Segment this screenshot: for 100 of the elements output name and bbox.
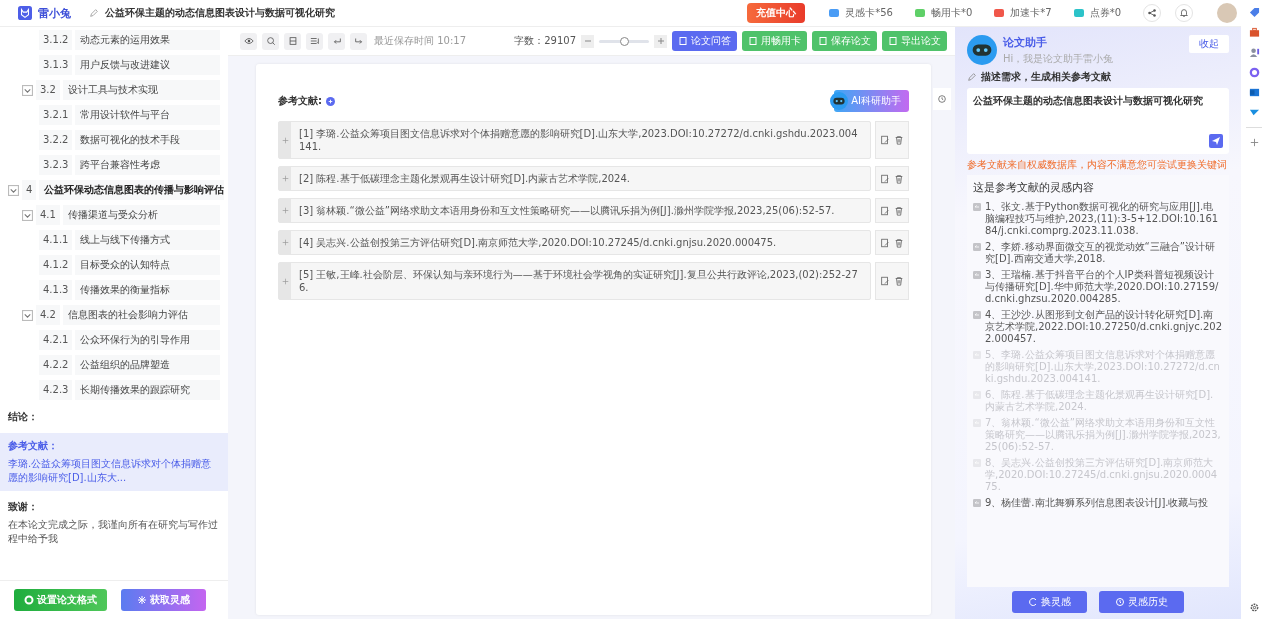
outline-item[interactable]: 设计工具与技术实现 [62, 80, 220, 100]
share-icon[interactable] [1147, 8, 1157, 18]
notification-button[interactable] [1175, 4, 1193, 22]
undo-button[interactable] [328, 32, 345, 50]
outline-item[interactable]: 传播渠道与受众分析 [62, 205, 220, 225]
outline-item[interactable]: 用户反馈与改进建议 [75, 55, 220, 75]
outline-item[interactable]: 数据可视化的技术手段 [75, 130, 220, 150]
section-panel[interactable]: 致谢： 在本论文完成之际，我谨向所有在研究与写作过程中给予我 [0, 494, 228, 552]
outline-item[interactable]: 公益组织的品牌塑造 [75, 355, 220, 375]
inspiration-history-button[interactable]: 灵感历史 [1099, 591, 1184, 613]
eye-icon[interactable] [243, 36, 254, 46]
edit-icon[interactable] [880, 205, 890, 216]
delete-icon[interactable] [894, 276, 904, 286]
history-icon[interactable] [937, 94, 947, 104]
prompt-input[interactable]: 公益环保主题的动态信息图表设计与数据可视化研究 [967, 88, 1229, 154]
move-icon[interactable] [281, 207, 289, 214]
collapse-button[interactable]: 收起 [1189, 35, 1229, 53]
reference-suggestion[interactable]: 3、王瑞楠.基于抖音平台的个人IP类科普短视频设计与传播研究[D].华中师范大学,2020.DOI:10.27159/d.cnki.ghzsu.2020.004285. [985, 269, 1223, 305]
card-count: 灵感卡*56 [845, 6, 893, 20]
add-icon[interactable] [1248, 137, 1260, 148]
pencil-icon [967, 72, 977, 82]
get-inspiration-button[interactable]: 获取灵感 [121, 589, 206, 611]
toolbox-icon[interactable] [1248, 27, 1260, 38]
settings-icon[interactable] [1248, 602, 1260, 613]
list-title: 这是参考文献的灵感内容 [973, 180, 1095, 195]
move-icon[interactable] [281, 136, 289, 144]
history-button[interactable] [933, 88, 951, 110]
outline-item[interactable]: 跨平台兼容性考虑 [75, 155, 220, 175]
drag-handle[interactable] [279, 231, 291, 254]
bell-icon[interactable] [1179, 8, 1189, 18]
layout-button[interactable] [284, 32, 301, 50]
ring-icon[interactable] [1248, 67, 1260, 78]
share-button[interactable] [1143, 4, 1161, 22]
delete-icon[interactable] [894, 237, 904, 248]
document-icon[interactable] [818, 36, 828, 46]
pencil-icon[interactable] [89, 8, 99, 18]
collapse-toggle-icon[interactable] [8, 184, 19, 196]
document-icon[interactable] [748, 36, 758, 46]
delete-icon[interactable] [894, 205, 904, 216]
send-icon[interactable] [1248, 107, 1260, 118]
tag-icon[interactable] [1248, 7, 1260, 18]
reference-link[interactable]: 李璐.公益众筹项目图文信息诉求对个体捐赠意愿的影响研究[D].山东大... [8, 457, 220, 485]
collapse-toggle-icon[interactable] [22, 209, 33, 221]
delete-icon[interactable] [894, 135, 904, 145]
mail-icon[interactable] [1248, 87, 1260, 98]
search-button[interactable] [262, 32, 279, 50]
refresh-icon[interactable] [1028, 597, 1038, 607]
outline-number: 4.1.3 [39, 280, 73, 300]
sparkle-icon[interactable] [137, 595, 147, 605]
sort-button[interactable] [306, 32, 323, 50]
toolbar-button[interactable]: 论文问答 [672, 31, 737, 51]
move-icon[interactable] [281, 277, 289, 285]
preview-button[interactable] [240, 32, 257, 50]
collapse-toggle-icon[interactable] [22, 84, 33, 96]
robot-avatar-icon [967, 35, 997, 65]
drag-handle[interactable] [279, 167, 291, 190]
edit-icon[interactable] [880, 276, 890, 286]
move-icon[interactable] [281, 239, 289, 246]
outline-item[interactable]: 线上与线下传播方式 [75, 230, 220, 250]
outline-item[interactable]: 目标受众的认知特点 [75, 255, 220, 275]
drag-handle[interactable] [279, 122, 291, 158]
reference-suggestion[interactable]: 4、王沙沙.从图形到文创产品的设计转化研究[D].南京艺术学院,2022.DOI:10.27250/d.cnki.gnjyc.2022.000457. [985, 309, 1223, 345]
outline-number: 4 [22, 180, 37, 200]
redo-icon[interactable] [353, 36, 364, 46]
document-icon[interactable] [678, 36, 688, 46]
undo-icon[interactable] [331, 36, 342, 46]
outline-item[interactable]: 动态元素的运用效果 [75, 30, 220, 50]
layout-icon[interactable] [287, 36, 298, 46]
outline-item[interactable]: 信息图表的社会影响力评估 [62, 305, 220, 325]
delete-icon[interactable] [894, 173, 904, 184]
drag-handle[interactable] [279, 263, 291, 299]
reference-suggestion[interactable]: 2、李娇.移动界面微交互的视觉动效“三融合”设计研究[D].西南交通大学,2018. [985, 241, 1223, 265]
section-panel[interactable]: 参考文献： 李璐.公益众筹项目图文信息诉求对个体捐赠意愿的影响研究[D].山东大... [0, 433, 228, 491]
reference-suggestion[interactable]: 9、杨佳蕾.南北舞狮系列信息图表设计[J].收藏与投 [985, 497, 1209, 509]
outline-number: 4.2.1 [39, 330, 73, 350]
outline-item[interactable]: 传播效果的衡量指标 [75, 280, 220, 300]
edit-icon[interactable] [880, 237, 890, 248]
reference-suggestion[interactable]: 1、张文.基于Python数据可视化的研究与应用[J].电脑编程技巧与维护,2023,(11):3-5+12.DOI:10.16184/j.cnki.comprg.2023.11.038. [985, 201, 1223, 237]
outline-number: 3.2.1 [39, 105, 73, 125]
move-icon[interactable] [281, 175, 289, 182]
person-icon[interactable] [1248, 47, 1260, 58]
redo-button[interactable] [350, 32, 367, 50]
refresh-inspiration-button[interactable]: 换灵感 [1012, 591, 1087, 613]
outline-item[interactable]: 公益环保动态信息图表的传播与影响评估 [39, 180, 225, 200]
search-icon[interactable] [265, 36, 276, 46]
collapse-toggle-icon[interactable] [22, 309, 33, 321]
sort-list-icon[interactable] [309, 36, 320, 46]
clock-icon[interactable] [1115, 597, 1125, 607]
outline-item[interactable]: 公众环保行为的引导作用 [75, 330, 220, 350]
outline-item[interactable]: 长期传播效果的跟踪研究 [75, 380, 220, 400]
outline-item[interactable]: 常用设计软件与平台 [75, 105, 220, 125]
add-reference-button[interactable] [326, 96, 335, 106]
section-panel[interactable]: 结论： [0, 404, 228, 430]
document-icon[interactable] [888, 36, 898, 46]
recharge-button[interactable]: 充值中心 [747, 3, 806, 23]
robot-icon[interactable] [830, 92, 849, 110]
drag-handle[interactable] [279, 199, 291, 222]
edit-icon[interactable] [880, 135, 890, 145]
edit-icon[interactable] [880, 173, 890, 184]
outline-number: 4.1 [36, 205, 60, 225]
